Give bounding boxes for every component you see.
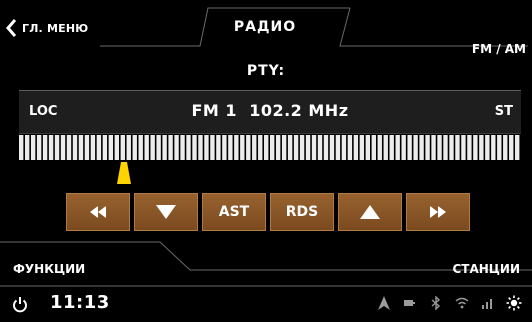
battery-icon bbox=[402, 294, 418, 312]
double-left-arrow-icon bbox=[90, 206, 106, 218]
control-row: AST RDS bbox=[66, 193, 470, 231]
rds-label: RDS bbox=[285, 204, 319, 220]
ast-label: AST bbox=[218, 204, 250, 220]
seek-forward-button[interactable] bbox=[406, 193, 470, 231]
power-icon[interactable] bbox=[12, 296, 28, 314]
frequency-panel: LOC FM 1 102.2 MHz ST bbox=[19, 90, 521, 134]
tune-down-button[interactable] bbox=[134, 193, 198, 231]
ast-button[interactable]: AST bbox=[202, 193, 266, 231]
wifi-icon bbox=[454, 294, 470, 312]
stations-button[interactable]: СТАНЦИИ bbox=[452, 262, 520, 276]
chevron-left-icon bbox=[6, 19, 16, 37]
double-right-arrow-icon bbox=[430, 206, 446, 218]
back-to-main-menu-button[interactable]: ГЛ. МЕНЮ bbox=[6, 13, 96, 43]
back-label: ГЛ. МЕНЮ bbox=[22, 21, 89, 35]
triangle-down-icon bbox=[156, 205, 176, 219]
status-icons bbox=[376, 294, 522, 312]
seek-back-button[interactable] bbox=[66, 193, 130, 231]
frequency-display: FM 1 102.2 MHz bbox=[191, 101, 349, 120]
tuning-marker[interactable] bbox=[117, 162, 131, 184]
tuning-scale[interactable] bbox=[19, 135, 521, 160]
band-toggle-button[interactable]: FM / AM bbox=[446, 42, 526, 56]
brightness-icon[interactable] bbox=[506, 294, 522, 312]
rds-button[interactable]: RDS bbox=[270, 193, 334, 231]
page-title: РАДИО bbox=[233, 19, 297, 35]
triangle-up-icon bbox=[360, 205, 380, 219]
navigation-icon bbox=[376, 294, 392, 312]
stereo-indicator: ST bbox=[494, 104, 513, 119]
pty-label: PTY: bbox=[246, 63, 286, 79]
tune-up-button[interactable] bbox=[338, 193, 402, 231]
functions-button[interactable]: ФУНКЦИИ bbox=[13, 262, 85, 276]
bluetooth-icon bbox=[428, 294, 444, 312]
signal-icon bbox=[480, 294, 496, 312]
clock: 11:13 bbox=[50, 292, 110, 313]
